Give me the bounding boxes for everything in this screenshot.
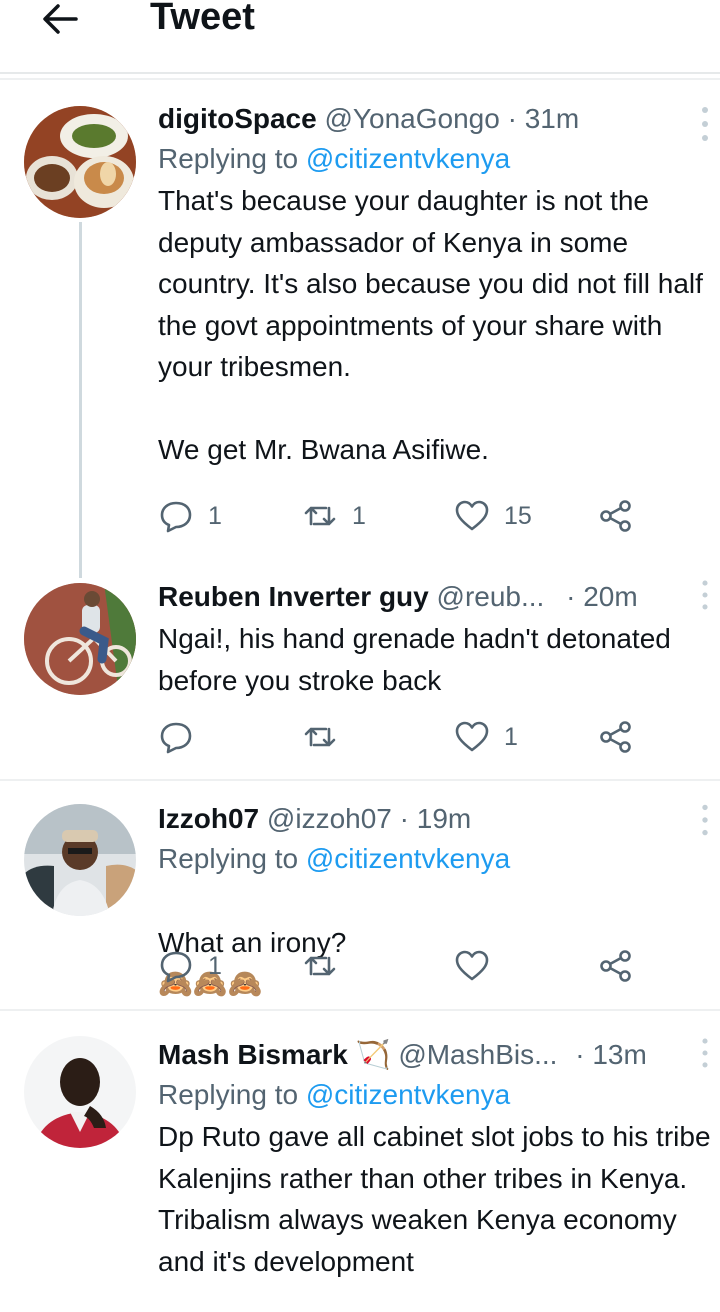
reply-button[interactable]: 1 xyxy=(158,498,222,534)
reply-count: 1 xyxy=(208,951,222,980)
reply-button[interactable]: 1 xyxy=(158,948,222,984)
page-title: Tweet xyxy=(150,0,255,38)
replying-label: Replying to xyxy=(158,843,299,874)
tweet-header: digitoSpace @YonaGongo · 31m xyxy=(158,100,720,138)
avatar[interactable] xyxy=(24,106,136,218)
timestamp[interactable]: 13m xyxy=(592,1039,646,1070)
bow-and-arrow-emoji: 🏹 xyxy=(355,1039,391,1070)
tweet-actions: 1 1 15 xyxy=(158,498,718,538)
heart-icon xyxy=(455,950,489,981)
retweet-button[interactable]: 1 xyxy=(302,498,366,534)
tweet-text: That's because your daughter is not the … xyxy=(158,185,703,465)
tweet-text: Ngai!, his hand grenade hadn't detonated… xyxy=(158,623,671,696)
tweet-divider xyxy=(0,779,720,781)
display-name[interactable]: digitoSpace xyxy=(158,103,317,134)
like-button[interactable] xyxy=(454,948,504,984)
separator-dot: · xyxy=(399,803,409,834)
tweet-izzoh07[interactable]: Izzoh07 @izzoh07 · 19m Replying to @citi… xyxy=(0,800,720,1008)
timestamp[interactable]: 31m xyxy=(525,103,579,134)
retweet-icon xyxy=(304,956,336,976)
tweet-actions: 1 xyxy=(158,719,718,759)
tweet-divider xyxy=(0,1009,720,1011)
more-options-icon[interactable] xyxy=(700,802,710,838)
replying-to: Replying to @citizentvkenya xyxy=(158,1074,720,1116)
retweet-icon xyxy=(304,506,336,526)
separator-dot: · xyxy=(507,103,517,134)
mention-link[interactable]: @citizentvkenya xyxy=(306,143,510,174)
tweet-digitospace[interactable]: digitoSpace @YonaGongo · 31m Replying to… xyxy=(0,100,720,570)
username[interactable]: @izzoh07 xyxy=(267,803,392,834)
back-arrow-icon[interactable] xyxy=(40,0,80,40)
replying-label: Replying to xyxy=(158,143,299,174)
more-options-icon[interactable] xyxy=(700,104,710,144)
display-name[interactable]: Izzoh07 xyxy=(158,803,259,834)
header-divider xyxy=(0,78,720,80)
share-icon xyxy=(600,500,631,532)
replying-to: Replying to @citizentvkenya xyxy=(158,838,720,880)
replying-label: Replying to xyxy=(158,1079,299,1110)
retweet-count: 1 xyxy=(352,501,366,530)
display-name[interactable]: Mash Bismark xyxy=(158,1039,348,1070)
like-count: 15 xyxy=(504,501,532,530)
username[interactable]: @reub... xyxy=(437,581,545,612)
tweet-header: Izzoh07 @izzoh07 · 19m xyxy=(158,800,720,838)
username[interactable]: @MashBis... xyxy=(398,1039,557,1070)
reply-icon xyxy=(160,722,192,754)
tweet-reuben[interactable]: Reuben Inverter guy @reub... · 20m Ngai!… xyxy=(0,578,720,778)
more-options-icon[interactable] xyxy=(700,1036,710,1070)
reply-button[interactable] xyxy=(158,719,208,755)
mention-link[interactable]: @citizentvkenya xyxy=(306,1079,510,1110)
avatar[interactable] xyxy=(24,583,136,695)
like-count: 1 xyxy=(504,722,518,751)
share-button[interactable] xyxy=(598,948,634,984)
retweet-button[interactable] xyxy=(302,948,352,984)
retweet-icon xyxy=(304,727,336,747)
timestamp[interactable]: 20m xyxy=(583,581,637,612)
reply-icon xyxy=(160,501,192,533)
replying-to: Replying to @citizentvkenya xyxy=(158,138,720,180)
share-button[interactable] xyxy=(598,498,634,534)
avatar[interactable] xyxy=(24,804,136,916)
avatar[interactable] xyxy=(24,1036,136,1148)
timestamp[interactable]: 19m xyxy=(417,803,471,834)
tweet-header: Reuben Inverter guy @reub... · 20m xyxy=(158,578,720,616)
heart-icon xyxy=(455,721,489,752)
tweet-actions: 1 xyxy=(158,948,718,988)
separator-dot: · xyxy=(575,1039,585,1070)
share-icon xyxy=(600,721,631,753)
mention-link[interactable]: @citizentvkenya xyxy=(306,843,510,874)
reply-icon xyxy=(160,951,192,983)
reply-count: 1 xyxy=(208,501,222,530)
display-name[interactable]: Reuben Inverter guy xyxy=(158,581,429,612)
heart-icon xyxy=(455,500,489,531)
share-button[interactable] xyxy=(598,719,634,755)
retweet-button[interactable] xyxy=(302,719,352,755)
tweet-header: Mash Bismark 🏹 @MashBis... · 13m xyxy=(158,1036,720,1074)
top-bar: Tweet xyxy=(0,0,720,74)
like-button[interactable]: 1 xyxy=(454,719,518,755)
more-options-icon[interactable] xyxy=(700,578,710,612)
tweet-text: Dp Ruto gave all cabinet slot jobs to hi… xyxy=(158,1121,711,1277)
separator-dot: · xyxy=(566,581,576,612)
username[interactable]: @YonaGongo xyxy=(324,103,499,134)
tweet-mash-bismark[interactable]: Mash Bismark 🏹 @MashBis... · 13m Replyin… xyxy=(0,1036,720,1312)
share-icon xyxy=(600,950,631,982)
like-button[interactable]: 15 xyxy=(454,498,532,534)
